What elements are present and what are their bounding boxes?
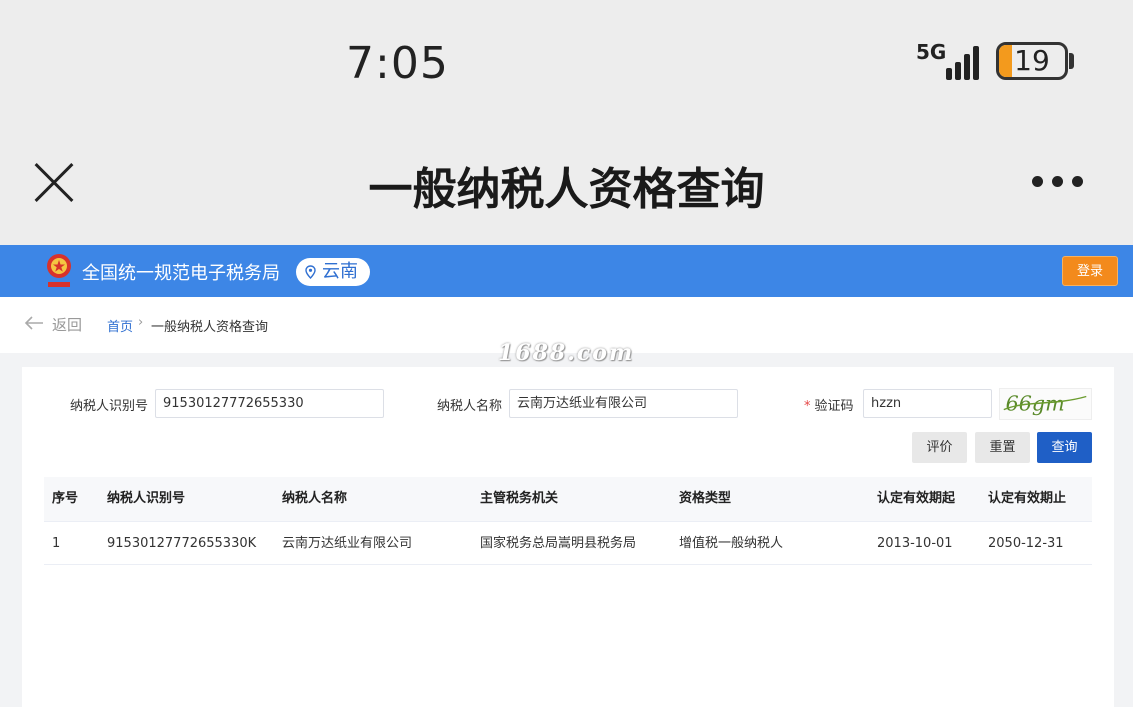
cell-tax-id: 91530127772655330K <box>107 536 257 551</box>
header-qualification-type: 资格类型 <box>679 491 732 506</box>
breadcrumb-current: 一般纳税人资格查询 <box>151 320 269 335</box>
rate-button[interactable]: 评价 <box>912 432 967 463</box>
battery-percent: 19 <box>1014 44 1050 77</box>
back-link[interactable]: 返回 <box>52 314 82 335</box>
cell-index: 1 <box>52 536 61 551</box>
required-mark: * <box>804 399 811 414</box>
cell-tax-authority: 国家税务总局嵩明县税务局 <box>480 536 637 551</box>
signal-icon <box>946 44 982 80</box>
tax-id-label: 纳税人识别号 <box>70 399 149 414</box>
network-type: 5G <box>916 40 947 64</box>
status-time: 7:05 <box>346 38 449 89</box>
login-button[interactable]: 登录 <box>1062 256 1118 286</box>
table-header: 序号 纳税人识别号 纳税人名称 主管税务机关 资格类型 认定有效期起 认定有效期… <box>44 477 1092 521</box>
header-index: 序号 <box>52 491 79 506</box>
tax-emblem-icon <box>47 254 71 287</box>
cell-valid-to: 2050-12-31 <box>988 536 1064 551</box>
site-name: 全国统一规范电子税务局 <box>82 263 280 284</box>
battery-icon: 19 <box>996 42 1068 80</box>
header-tax-id: 纳税人识别号 <box>107 491 186 506</box>
tax-id-input[interactable]: 91530127772655330 <box>155 389 384 418</box>
breadcrumb-separator: › <box>138 315 144 330</box>
cell-taxpayer-name: 云南万达纸业有限公司 <box>282 536 413 551</box>
cell-valid-from: 2013-10-01 <box>877 536 953 551</box>
back-arrow-icon[interactable] <box>24 315 44 331</box>
mini-app-header: 一般纳税人资格查询 <box>0 125 1133 245</box>
cell-qualification-type: 增值税一般纳税人 <box>679 536 784 551</box>
captcha-label: * 验证码 <box>804 399 854 414</box>
header-tax-authority: 主管税务机关 <box>480 491 559 506</box>
battery-tip <box>1069 53 1074 69</box>
header-taxpayer-name: 纳税人名称 <box>282 491 348 506</box>
table-row: 1 91530127772655330K 云南万达纸业有限公司 国家税务总局嵩明… <box>44 521 1092 565</box>
page-title: 一般纳税人资格查询 <box>368 164 765 215</box>
region-label: 云南 <box>322 261 358 282</box>
watermark: 1688.com <box>498 340 635 366</box>
query-button[interactable]: 查询 <box>1037 432 1092 463</box>
location-pin-icon <box>305 265 316 279</box>
query-panel: 纳税人识别号 91530127772655330 纳税人名称 云南万达纸业有限公… <box>22 367 1114 707</box>
taxpayer-name-input[interactable]: 云南万达纸业有限公司 <box>509 389 738 418</box>
region-selector[interactable]: 云南 <box>296 258 370 286</box>
header-valid-from: 认定有效期起 <box>877 491 956 506</box>
status-bar: 7:05 5G 19 <box>0 0 1133 125</box>
captcha-image[interactable]: 66gm <box>999 388 1092 420</box>
taxpayer-name-label: 纳税人名称 <box>437 399 503 414</box>
result-table: 序号 纳税人识别号 纳税人名称 主管税务机关 资格类型 认定有效期起 认定有效期… <box>44 477 1092 565</box>
reset-button[interactable]: 重置 <box>975 432 1030 463</box>
more-dots-icon[interactable] <box>1032 176 1084 188</box>
captcha-input[interactable]: hzzn <box>863 389 992 418</box>
breadcrumb-home-link[interactable]: 首页 <box>107 316 133 335</box>
site-banner: 全国统一规范电子税务局 云南 登录 <box>0 245 1133 297</box>
header-valid-to: 认定有效期止 <box>988 491 1067 506</box>
